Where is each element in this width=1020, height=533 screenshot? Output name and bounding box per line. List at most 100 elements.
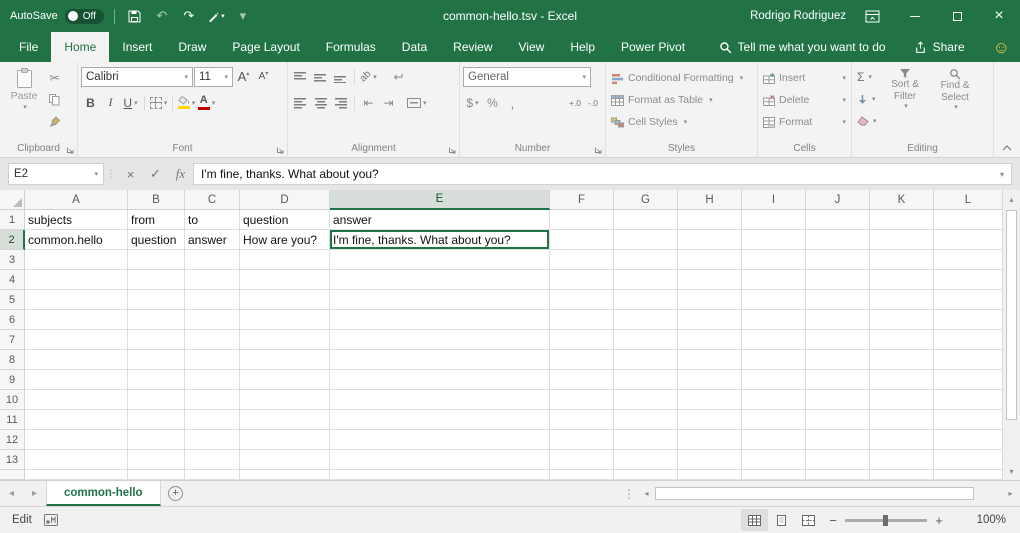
cell-G5[interactable] — [614, 290, 678, 310]
cell-B12[interactable] — [128, 430, 185, 450]
cell-K8[interactable] — [870, 350, 934, 370]
cell-A10[interactable] — [25, 390, 128, 410]
cell-L1[interactable] — [934, 210, 1002, 230]
cell-H12[interactable] — [678, 430, 742, 450]
cell-K9[interactable] — [870, 370, 934, 390]
record-macro-button[interactable] — [44, 514, 58, 526]
cell-H13[interactable] — [678, 450, 742, 470]
fill-color-button[interactable]: ▾ — [177, 93, 196, 113]
autosum-button[interactable]: Σ▾ — [855, 66, 879, 88]
zoom-out-button[interactable]: − — [822, 513, 844, 528]
cell-E6[interactable] — [330, 310, 550, 330]
cell-K10[interactable] — [870, 390, 934, 410]
cell-G7[interactable] — [614, 330, 678, 350]
name-box[interactable]: E2▾ — [8, 163, 104, 185]
increase-decimal-button[interactable]: +.0 — [566, 93, 584, 113]
cell-F2[interactable] — [550, 230, 614, 250]
cell-C13[interactable] — [185, 450, 240, 470]
wrap-text-button[interactable]: ↩ — [389, 67, 408, 87]
cell-D6[interactable] — [240, 310, 330, 330]
page-break-view-button[interactable] — [795, 509, 822, 531]
cell-C11[interactable] — [185, 410, 240, 430]
cut-button[interactable]: ✂ — [45, 68, 64, 88]
cell-J3[interactable] — [806, 250, 870, 270]
row-header-12[interactable]: 12 — [0, 430, 25, 450]
sheet-nav-right-button[interactable]: ▸ — [23, 481, 46, 506]
cell-B6[interactable] — [128, 310, 185, 330]
cell-E10[interactable] — [330, 390, 550, 410]
cell-L11[interactable] — [934, 410, 1002, 430]
insert-function-button[interactable]: fx — [168, 163, 193, 185]
cell-L6[interactable] — [934, 310, 1002, 330]
tab-page-layout[interactable]: Page Layout — [219, 32, 312, 62]
cell-B2[interactable]: question — [128, 230, 185, 250]
cell-H1[interactable] — [678, 210, 742, 230]
cell-L7[interactable] — [934, 330, 1002, 350]
find-select-button[interactable]: Find & Select▾ — [932, 65, 979, 132]
cell-C12[interactable] — [185, 430, 240, 450]
cell-I13[interactable] — [742, 450, 806, 470]
tab-home[interactable]: Home — [51, 32, 109, 62]
cell-D4[interactable] — [240, 270, 330, 290]
cell-B13[interactable] — [128, 450, 185, 470]
cell-K11[interactable] — [870, 410, 934, 430]
expand-formula-bar-button[interactable]: ▾ — [1000, 170, 1004, 179]
font-size-select[interactable]: 11▾ — [194, 67, 233, 87]
cell-F11[interactable] — [550, 410, 614, 430]
cell-D1[interactable]: question — [240, 210, 330, 230]
column-header-F[interactable]: F — [550, 190, 614, 210]
cell-B3[interactable] — [128, 250, 185, 270]
cell-F9[interactable] — [550, 370, 614, 390]
cell-I3[interactable] — [742, 250, 806, 270]
format-painter-button[interactable] — [45, 112, 64, 132]
redo-button[interactable]: ↷ — [179, 5, 199, 27]
cell-F12[interactable] — [550, 430, 614, 450]
tab-power-pivot[interactable]: Power Pivot — [608, 32, 698, 62]
cell-I12[interactable] — [742, 430, 806, 450]
cell-C3[interactable] — [185, 250, 240, 270]
cell-H6[interactable] — [678, 310, 742, 330]
cell-F4[interactable] — [550, 270, 614, 290]
sheet-tab-common-hello[interactable]: common-hello — [46, 481, 161, 506]
cell-partial-C[interactable] — [185, 470, 240, 480]
cell-A9[interactable] — [25, 370, 128, 390]
percent-style-button[interactable]: % — [483, 93, 502, 113]
cell-E3[interactable] — [330, 250, 550, 270]
page-layout-view-button[interactable] — [768, 509, 795, 531]
row-header-10[interactable]: 10 — [0, 390, 25, 410]
cell-J6[interactable] — [806, 310, 870, 330]
cell-B7[interactable] — [128, 330, 185, 350]
cell-E7[interactable] — [330, 330, 550, 350]
horizontal-scroll-thumb[interactable] — [655, 487, 974, 500]
conditional-formatting-button[interactable]: Conditional Formatting▾ — [609, 67, 754, 89]
paste-button[interactable]: Paste ▾ — [3, 65, 45, 132]
cell-I11[interactable] — [742, 410, 806, 430]
minimize-button[interactable] — [894, 0, 936, 32]
cell-B10[interactable] — [128, 390, 185, 410]
cell-partial-K[interactable] — [870, 470, 934, 480]
cell-C4[interactable] — [185, 270, 240, 290]
scroll-left-button[interactable]: ◂ — [638, 485, 655, 502]
cell-B9[interactable] — [128, 370, 185, 390]
alignment-dialog-launcher[interactable] — [446, 144, 457, 155]
user-account[interactable]: Rodrigo Rodriguez — [750, 10, 846, 22]
customize-quick-access-button[interactable]: ▾ — [233, 5, 253, 27]
vertical-scrollbar[interactable]: ▴ ▾ — [1002, 190, 1020, 480]
cell-D7[interactable] — [240, 330, 330, 350]
merge-center-button[interactable]: ▾ — [407, 93, 427, 113]
cell-J8[interactable] — [806, 350, 870, 370]
copy-button[interactable] — [45, 90, 64, 110]
font-family-select[interactable]: Calibri▾ — [81, 67, 193, 87]
align-left-button[interactable] — [291, 93, 310, 113]
column-header-H[interactable]: H — [678, 190, 742, 210]
zoom-in-button[interactable]: + — [928, 513, 950, 528]
format-as-table-button[interactable]: Format as Table▾ — [609, 89, 754, 111]
cell-H2[interactable] — [678, 230, 742, 250]
column-header-L[interactable]: L — [934, 190, 1002, 210]
tab-formulas[interactable]: Formulas — [313, 32, 389, 62]
row-header-1[interactable]: 1 — [0, 210, 25, 230]
cell-J1[interactable] — [806, 210, 870, 230]
cell-A8[interactable] — [25, 350, 128, 370]
cell-J5[interactable] — [806, 290, 870, 310]
number-format-select[interactable]: General▾ — [463, 67, 591, 87]
